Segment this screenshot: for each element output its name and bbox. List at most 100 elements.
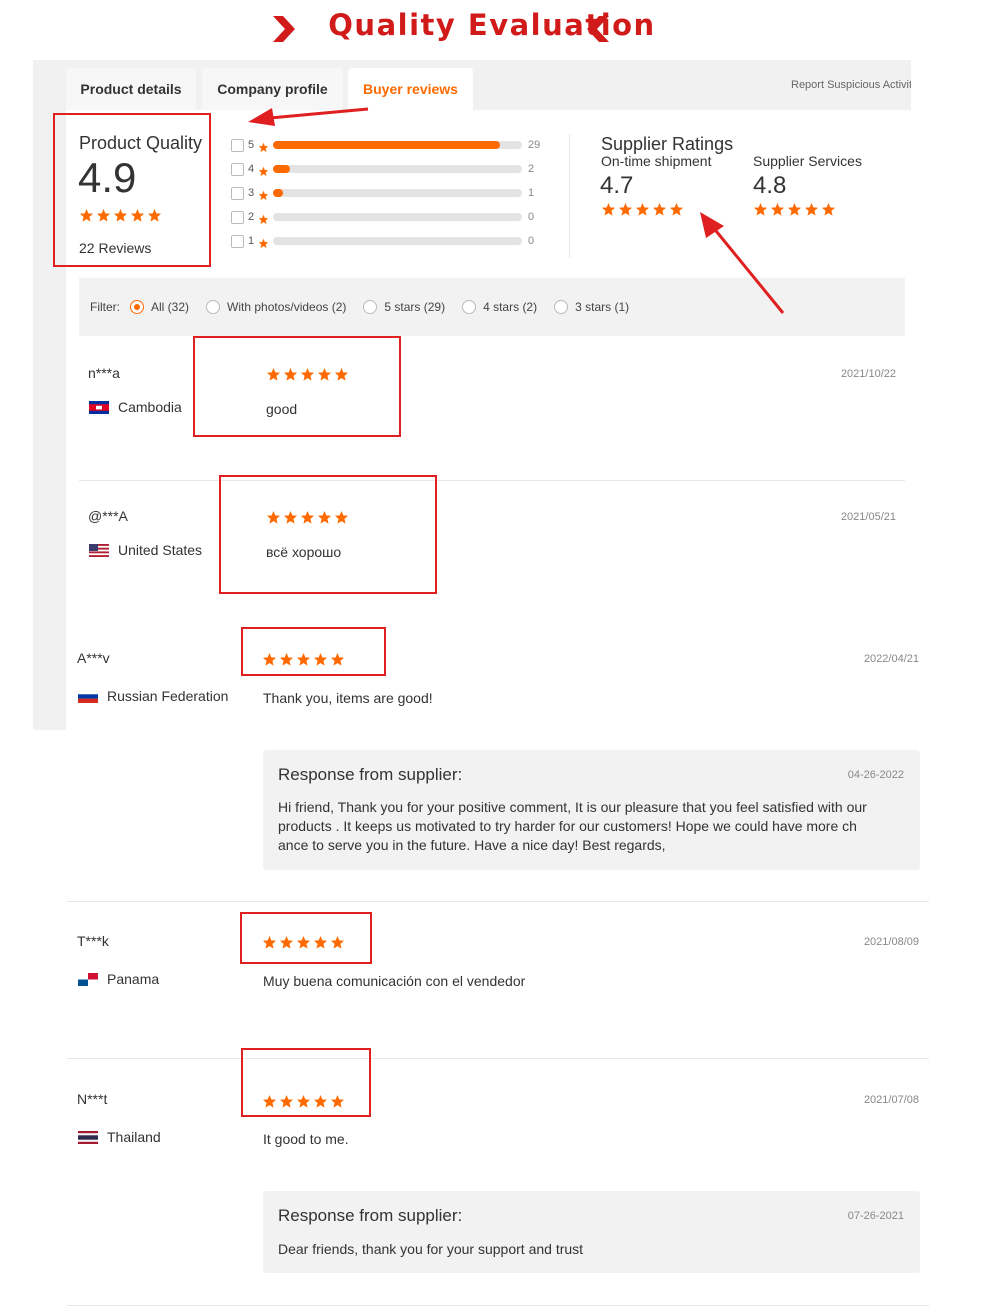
reviewer-country: United States bbox=[89, 542, 202, 558]
checkbox-icon[interactable] bbox=[231, 234, 244, 248]
response-title: Response from supplier: bbox=[278, 1206, 463, 1225]
reviewer-name: T***k bbox=[77, 933, 109, 949]
reviewer-name: n***a bbox=[88, 365, 120, 381]
supplier-ratings-title: Supplier Ratings bbox=[601, 134, 734, 154]
reviewer-name: A***v bbox=[77, 650, 110, 666]
divider bbox=[569, 134, 570, 258]
review-text: Thank you, items are good! bbox=[263, 690, 433, 706]
rating-bar-count: 0 bbox=[528, 235, 535, 247]
star-icon bbox=[669, 202, 684, 216]
review-date: 2022/04/21 bbox=[863, 653, 919, 665]
divider bbox=[79, 480, 905, 481]
response-text: Hi friend, Thank you for your positive c… bbox=[278, 799, 867, 853]
on-time-shipment-score: 4.7 bbox=[600, 172, 634, 199]
star-icon bbox=[770, 202, 785, 216]
us-flag-icon bbox=[89, 543, 109, 557]
review-filter-bar: Filter: All (32) With photos/videos (2) … bbox=[79, 278, 905, 336]
report-suspicious-activity-link[interactable]: Report Suspicious Activity bbox=[791, 79, 911, 91]
filter-all[interactable]: All (32) bbox=[130, 300, 189, 314]
rating-bar-count: 0 bbox=[528, 211, 535, 223]
radio-icon[interactable] bbox=[462, 300, 477, 314]
rating-bar-row[interactable]: 10 bbox=[231, 233, 551, 249]
on-time-shipment-stars bbox=[601, 202, 684, 217]
review-text: Muy buena comunicación con el vendedor bbox=[263, 973, 526, 989]
star-icon bbox=[258, 142, 269, 152]
supplier-response: Response from supplier: 04-26-2022 Hi fr… bbox=[263, 750, 920, 870]
rating-bar-row[interactable]: 42 bbox=[231, 161, 551, 177]
filter-5-stars[interactable]: 5 stars (29) bbox=[363, 300, 445, 314]
response-date: 04-26-2022 bbox=[847, 769, 904, 781]
filter-4-stars[interactable]: 4 stars (2) bbox=[462, 300, 537, 314]
tab-company-profile[interactable]: Company profile bbox=[202, 68, 343, 110]
russia-flag-icon bbox=[78, 689, 98, 703]
annotation-box bbox=[240, 912, 372, 964]
star-icon bbox=[258, 238, 269, 248]
supplier-response: Response from supplier: 07-26-2021 Dear … bbox=[263, 1191, 920, 1273]
thailand-flag-icon bbox=[78, 1130, 98, 1144]
review-date: 2021/07/08 bbox=[863, 1094, 919, 1106]
reviewer-country: Panama bbox=[78, 971, 159, 987]
annotation-box bbox=[241, 627, 386, 676]
review-date: 2021/10/22 bbox=[840, 368, 896, 380]
supplier-services-score: 4.8 bbox=[753, 172, 787, 199]
rating-bar-stars: 5 bbox=[248, 139, 255, 151]
rating-bar-count: 29 bbox=[528, 139, 541, 151]
star-icon bbox=[601, 202, 616, 216]
annotation-box bbox=[193, 336, 401, 437]
reviewer-country: Cambodia bbox=[89, 399, 182, 415]
rating-bar-stars: 3 bbox=[248, 187, 255, 199]
reviewer-country: Russian Federation bbox=[78, 688, 228, 704]
star-icon bbox=[753, 202, 768, 216]
page-banner-title: Quality Evaluation bbox=[328, 8, 656, 42]
radio-selected-icon[interactable] bbox=[130, 300, 144, 314]
star-icon bbox=[618, 202, 633, 216]
filter-with-photos[interactable]: With photos/videos (2) bbox=[206, 300, 346, 314]
checkbox-icon[interactable] bbox=[231, 162, 244, 176]
rating-bar-row[interactable]: 5 29 bbox=[231, 137, 551, 153]
panama-flag-icon bbox=[78, 972, 98, 986]
radio-icon[interactable] bbox=[554, 300, 569, 314]
rating-bar-stars: 2 bbox=[248, 211, 255, 223]
star-icon bbox=[821, 202, 836, 216]
divider bbox=[67, 901, 929, 902]
rating-bar-row[interactable]: 31 bbox=[231, 185, 551, 201]
review-date: 2021/05/21 bbox=[840, 511, 896, 523]
rating-bar-row[interactable]: 20 bbox=[231, 209, 551, 225]
checkbox-icon[interactable] bbox=[231, 210, 244, 224]
rating-bar-fill bbox=[273, 165, 291, 173]
rating-bar-track bbox=[273, 237, 522, 245]
divider bbox=[67, 1305, 929, 1306]
cambodia-flag-icon bbox=[89, 400, 109, 414]
radio-icon[interactable] bbox=[206, 300, 221, 314]
star-icon bbox=[258, 190, 269, 200]
on-time-shipment-label: On-time shipment bbox=[601, 153, 712, 169]
tab-product-details[interactable]: Product details bbox=[66, 68, 196, 110]
star-icon bbox=[258, 166, 269, 176]
checkbox-icon[interactable] bbox=[231, 138, 244, 152]
radio-icon[interactable] bbox=[363, 300, 378, 314]
supplier-services-stars bbox=[753, 202, 836, 217]
review-date: 2021/08/09 bbox=[863, 936, 919, 948]
star-icon bbox=[635, 202, 650, 216]
divider bbox=[67, 1058, 929, 1059]
star-icon bbox=[652, 202, 667, 216]
filter-3-stars[interactable]: 3 stars (1) bbox=[554, 300, 629, 314]
rating-bar-track bbox=[273, 189, 522, 197]
response-date: 07-26-2021 bbox=[847, 1210, 904, 1222]
tab-buyer-reviews[interactable]: Buyer reviews bbox=[348, 68, 473, 110]
reviewer-name: @***A bbox=[88, 508, 128, 524]
reviewer-name: N***t bbox=[77, 1091, 108, 1107]
checkbox-icon[interactable] bbox=[231, 186, 244, 200]
reviewer-country: Thailand bbox=[78, 1129, 161, 1145]
annotation-box bbox=[53, 113, 211, 267]
rating-bar-count: 1 bbox=[528, 187, 535, 199]
star-icon bbox=[258, 214, 269, 224]
rating-bar-fill bbox=[273, 189, 283, 197]
star-icon bbox=[804, 202, 819, 216]
filter-label: Filter: bbox=[90, 300, 120, 314]
star-icon bbox=[787, 202, 802, 216]
rating-bar-fill bbox=[273, 141, 500, 149]
review-text: It good to me. bbox=[263, 1131, 349, 1147]
rating-bar-track bbox=[273, 141, 522, 149]
rating-bar-stars: 1 bbox=[248, 235, 255, 247]
